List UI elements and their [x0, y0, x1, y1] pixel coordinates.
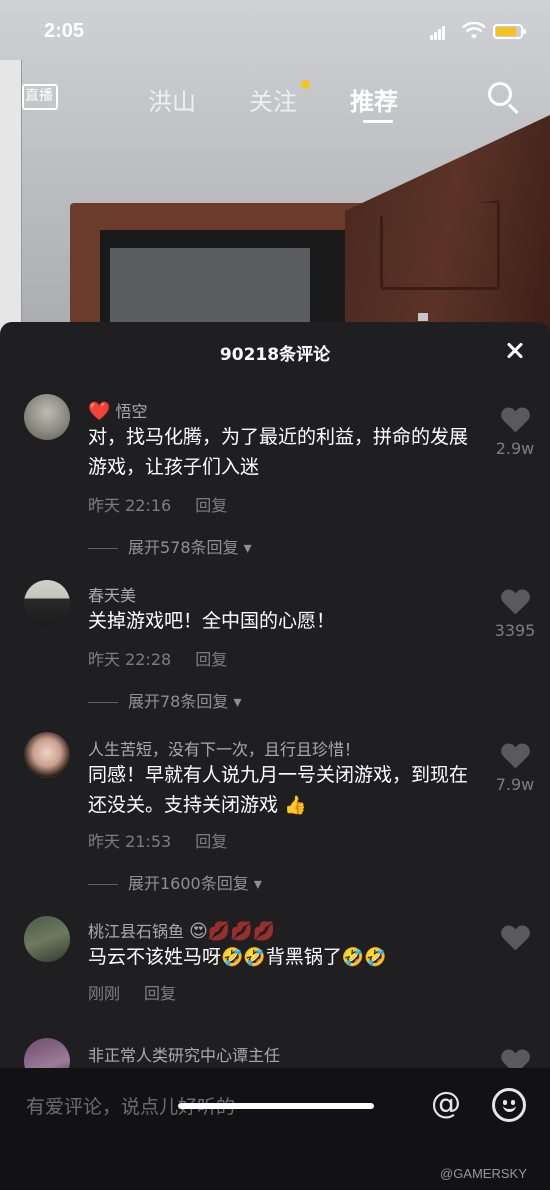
avatar[interactable]	[24, 394, 70, 440]
watermark: @GAMERSKY	[440, 1166, 527, 1181]
tab-following[interactable]: 关注	[249, 82, 297, 117]
like-count: 2.9w	[495, 439, 535, 458]
reply-button[interactable]: 回复	[195, 832, 227, 851]
expand-replies[interactable]: 展开578条回复 ▾	[88, 534, 252, 558]
laughing-emoji: 🤣🤣	[221, 947, 266, 968]
avatar[interactable]	[24, 580, 70, 626]
comment-time: 昨天 21:53	[88, 832, 172, 851]
like-count: 3395	[494, 621, 536, 640]
heart-icon	[501, 926, 529, 951]
comment-meta: 昨天 22:28 回复	[88, 646, 227, 670]
heart-emoji: ❤️	[88, 401, 111, 422]
like-button[interactable]	[490, 926, 540, 951]
active-tab-indicator	[363, 120, 393, 123]
comment-time: 昨天 22:28	[88, 650, 172, 669]
live-label: 直播	[25, 88, 53, 104]
reply-button[interactable]: 回复	[195, 496, 227, 515]
comment-author[interactable]: 桃江县石锅鱼 😍💋💋💋	[88, 918, 275, 942]
home-indicator[interactable]	[178, 1103, 374, 1109]
name-emojis: 😍💋💋💋	[189, 921, 276, 942]
comment-meta: 昨天 22:16 回复	[88, 492, 227, 516]
comment-text: 对，找马化腾，为了最近的利益，拼命的发展游戏，让孩子们入迷	[88, 426, 469, 478]
comment-time: 刚刚	[88, 984, 121, 1003]
thumbs-up-emoji: 👍	[284, 795, 307, 816]
like-count: 7.9w	[495, 775, 535, 794]
status-bar: 2:05	[0, 0, 550, 66]
comment-author[interactable]: ❤️ 悟空	[88, 398, 148, 422]
comment-text: 马云不该姓马呀🤣🤣背黑锅了🤣🤣	[88, 942, 478, 973]
reply-button[interactable]: 回复	[195, 650, 227, 669]
comment-author[interactable]: 春天美	[88, 582, 136, 606]
tab-hongshan[interactable]: 洪山	[148, 82, 196, 117]
notification-dot	[301, 80, 310, 89]
like-button[interactable]: 7.9w	[490, 744, 540, 794]
comment-text: 同感！早就有人说九月一号关闭游戏，到现在还没关。支持关闭游戏 👍	[88, 760, 478, 821]
comment-author[interactable]: 人生苦短，没有下一次，且行且珍惜！	[88, 736, 360, 760]
comment-author[interactable]: 非正常人类研究中心谭主任	[88, 1042, 280, 1066]
comment-meta: 刚刚 回复	[88, 980, 176, 1004]
emoji-icon[interactable]	[492, 1088, 526, 1122]
live-tv-icon[interactable]: 直播	[22, 76, 60, 112]
heart-icon	[501, 744, 529, 769]
heart-icon	[501, 590, 529, 615]
avatar[interactable]	[24, 916, 70, 962]
laughing-emoji: 🤣🤣	[341, 947, 387, 968]
door-lock	[418, 313, 428, 321]
heart-icon	[501, 408, 529, 433]
close-icon[interactable]	[503, 338, 527, 362]
expand-replies[interactable]: 展开78条回复 ▾	[88, 688, 242, 712]
at-mention-icon[interactable]: @	[428, 1086, 464, 1122]
comment-meta: 昨天 21:53 回复	[88, 828, 227, 852]
comment-time: 昨天 22:16	[88, 496, 172, 515]
top-nav: 直播 洪山 关注 推荐	[0, 72, 550, 128]
comment-text: 关掉游戏吧！全中国的心愿！	[88, 610, 336, 632]
status-time: 2:05	[44, 20, 85, 42]
battery-icon	[493, 24, 526, 39]
avatar[interactable]	[24, 732, 70, 778]
like-button[interactable]: 2.9w	[490, 408, 540, 458]
wifi-icon	[462, 22, 486, 39]
tab-recommend[interactable]: 推荐	[350, 82, 398, 117]
reply-button[interactable]: 回复	[144, 984, 176, 1003]
comments-panel: 90218条评论 ❤️ 悟空 对，找马化腾，为了最近的利益，拼命的发展游戏，让孩…	[0, 322, 550, 1190]
like-button[interactable]: 3395	[490, 590, 540, 640]
search-icon[interactable]	[488, 82, 520, 115]
signal-icon	[430, 26, 446, 40]
comments-count-title: 90218条评论	[219, 345, 331, 365]
expand-replies[interactable]: 展开1600条回复 ▾	[88, 870, 262, 894]
